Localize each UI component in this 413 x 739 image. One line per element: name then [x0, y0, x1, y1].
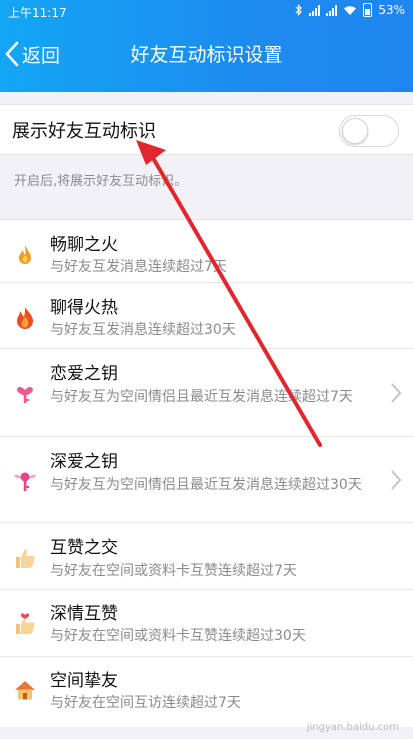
- item-desc: 与好友在空间或资料卡互赞连续超过7天: [50, 563, 297, 579]
- item-title: 畅聊之火: [50, 235, 118, 255]
- bluetooth-icon: [295, 4, 303, 16]
- wifi-icon: [344, 5, 357, 15]
- toggle-label: 展示好友互动标识: [12, 121, 156, 142]
- winged-key-icon: [14, 472, 36, 491]
- header-bar: 上午11:17 53% 返回 好友互动标识设置: [0, 0, 413, 92]
- list-item[interactable]: 深情互赞 与好友在空间或资料卡互赞连续超过30天: [0, 590, 413, 657]
- toggle-row: 展示好友互动标识: [0, 104, 413, 155]
- nav-bar: 返回 好友互动标识设置: [0, 26, 413, 82]
- chevron-right-icon: [391, 383, 402, 403]
- item-desc: 与好友互发消息连续超过30天: [50, 322, 236, 338]
- list-item[interactable]: 恋爱之钥 与好友互为空间情侣且最近互发消息连续超过7天: [0, 349, 413, 437]
- show-badge-toggle[interactable]: [339, 115, 399, 147]
- hint-text: 开启后,将展示好友互动标识。: [14, 174, 188, 189]
- watermark: jingyan.baidu.com: [306, 722, 399, 733]
- item-desc: 与好友互为空间情侣且最近互发消息连续超过7天: [50, 389, 353, 405]
- battery-icon: [363, 3, 373, 17]
- list-item[interactable]: 聊得火热 与好友互发消息连续超过30天: [0, 283, 413, 349]
- list-item[interactable]: 畅聊之火 与好友互发消息连续超过7天: [0, 220, 413, 283]
- flame-icon: [19, 245, 31, 264]
- chevron-right-icon: [391, 470, 402, 490]
- item-title: 恋爱之钥: [50, 364, 118, 384]
- status-time: 上午11:17: [8, 6, 67, 20]
- item-title: 互赞之交: [50, 538, 118, 558]
- list-item[interactable]: 深爱之钥 与好友互为空间情侣且最近互发消息连续超过30天: [0, 437, 413, 523]
- toggle-knob: [342, 118, 368, 144]
- battery-level: 53%: [378, 3, 405, 17]
- status-bar: 上午11:17 53%: [0, 0, 413, 24]
- thumbs-up-icon: [16, 549, 35, 568]
- list-item[interactable]: 空间挚友 与好友在空间互访连续超过7天: [0, 657, 413, 727]
- list-item[interactable]: 互赞之交 与好友在空间或资料卡互赞连续超过7天: [0, 523, 413, 590]
- item-desc: 与好友在空间或资料卡互赞连续超过30天: [50, 628, 306, 644]
- item-desc: 与好友互为空间情侣且最近互发消息连续超过30天: [50, 477, 362, 493]
- item-desc: 与好友互发消息连续超过7天: [50, 259, 227, 275]
- item-title: 空间挚友: [50, 671, 118, 691]
- big-flame-icon: [17, 307, 33, 329]
- item-title: 深爱之钥: [50, 452, 118, 472]
- cell-signal-2-icon: [326, 4, 338, 16]
- house-icon: [15, 681, 35, 700]
- page-title: 好友互动标识设置: [130, 44, 283, 66]
- item-title: 聊得火热: [50, 298, 118, 318]
- item-title: 深情互赞: [50, 604, 118, 624]
- cell-signal-icon: [309, 4, 321, 16]
- status-icons: 53%: [295, 3, 405, 17]
- item-desc: 与好友在空间互访连续超过7天: [50, 695, 241, 711]
- pink-key-icon: [17, 386, 33, 403]
- badge-list: 畅聊之火 与好友互发消息连续超过7天 聊得火热 与好友互发消息连续超过30天 恋…: [0, 219, 413, 727]
- heart-thumbs-up-icon: [16, 613, 35, 634]
